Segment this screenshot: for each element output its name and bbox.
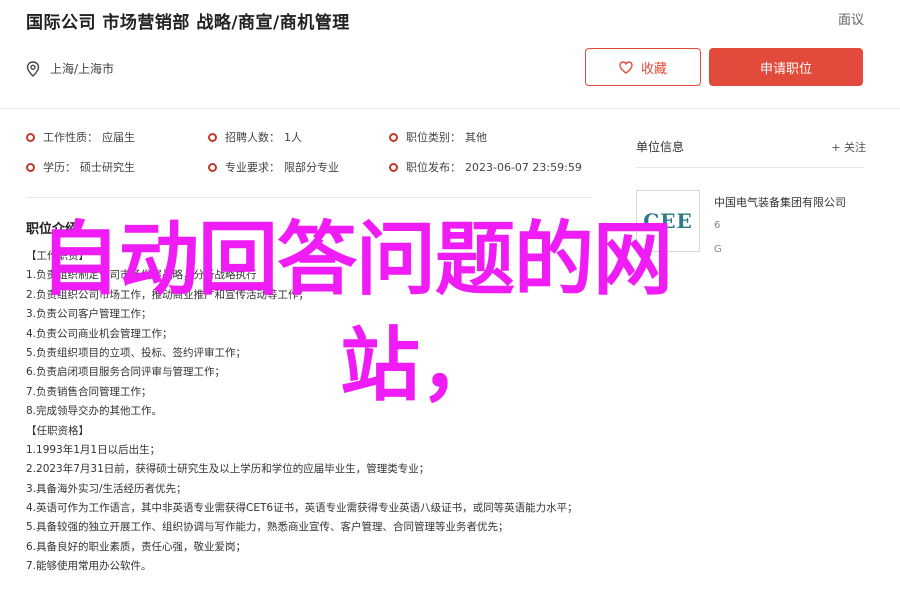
apply-button[interactable]: 申请职位 bbox=[709, 48, 863, 86]
job-info-grid: 工作性质： 应届生 招聘人数： 1人 职位类别： 其他 学历： 硕士研究生 专业要求：限… bbox=[26, 122, 596, 182]
info-row: 工作性质： 应届生 招聘人数： 1人 职位类别： 其他 bbox=[26, 122, 596, 152]
description-line: 2.2023年7月31日前，获得硕士研究生及以上学历和学位的应届毕业生，管理类专… bbox=[26, 463, 430, 476]
info-row: 学历： 硕士研究生 专业要求： 限部分专业 职位发布： 2023-06-07 23:5… bbox=[26, 152, 596, 182]
description-line: 1.负责组织制定公司市场发展战略，分析战略执行 bbox=[26, 269, 257, 282]
job-header: 国际公司 市场营销部 战略/商宣/商机管理 面议 上海/上海市 收藏 申请职位 bbox=[0, 0, 900, 120]
location: 上海/上海市 bbox=[26, 60, 114, 77]
heart-icon bbox=[619, 60, 633, 74]
info-item-nature: 工作性质： 应届生 bbox=[26, 129, 208, 145]
description-line: 2.负责组织公司市场工作，推动商业推广和宣传活动等工作； bbox=[26, 288, 310, 301]
sidebar-header: 单位信息 + 关注 bbox=[636, 138, 866, 155]
company-meta: G bbox=[714, 244, 722, 255]
info-item-education: 学历： 硕士研究生 bbox=[26, 159, 208, 175]
company-card[interactable]: CEE 中国电气装备集团有限公司 6 G bbox=[636, 190, 866, 274]
bullet-icon bbox=[389, 162, 398, 172]
job-title: 国际公司 市场营销部 战略/商宣/商机管理 bbox=[26, 13, 350, 33]
info-item-headcount: 招聘人数： 1人 bbox=[208, 129, 389, 145]
location-pin-icon bbox=[26, 60, 40, 77]
company-name[interactable]: 中国电气装备集团有限公司 bbox=[714, 194, 846, 210]
salary-label: 面议 bbox=[837, 13, 864, 28]
location-text: 上海/上海市 bbox=[50, 62, 115, 76]
description-line: 4.负责公司商业机会管理工作； bbox=[26, 327, 173, 340]
info-divider bbox=[26, 197, 592, 198]
description-line: 1.1993年1月1日以后出生； bbox=[26, 443, 161, 456]
bullet-icon bbox=[389, 132, 398, 142]
description-body: 【工作职责】 1.负责组织制定公司市场发展战略，分析战略执行 2.负责组织公司市… bbox=[26, 247, 596, 577]
description-line: 7.能够使用常用办公软件。 bbox=[26, 560, 152, 573]
header-divider bbox=[0, 108, 900, 109]
sidebar-divider bbox=[636, 167, 864, 168]
description-line: 8.完成领导交办的其他工作。 bbox=[26, 405, 163, 418]
description-line: 5.负责组织项目的立项、投标、签约评审工作； bbox=[26, 346, 247, 359]
bullet-icon bbox=[26, 162, 35, 172]
description-title: 职位介绍 bbox=[26, 222, 79, 237]
company-meta: 6 bbox=[714, 220, 721, 231]
description-line: 6.负责启闭项目服务合同评审与管理工作； bbox=[26, 366, 226, 379]
bullet-icon bbox=[208, 162, 217, 172]
follow-link[interactable]: + 关注 bbox=[831, 139, 866, 155]
info-item-category: 职位类别： 其他 bbox=[389, 129, 596, 145]
description-line: 7.负责销售合同管理工作； bbox=[26, 385, 152, 398]
description-line: 5.具备较强的独立开展工作、组织协调与写作能力，熟悉商业宣传、客户管理、合同管理… bbox=[26, 521, 509, 534]
description-line: 3.具备海外实习/生活经历者优先； bbox=[26, 482, 187, 495]
info-item-major: 专业要求： 限部分专业 bbox=[208, 159, 389, 175]
favorite-label: 收藏 bbox=[640, 61, 667, 77]
description-line: 4.英语可作为工作语言，其中非英语专业需获得CET6证书，英语专业需获得专业英语… bbox=[26, 502, 578, 515]
job-description: 职位介绍 【工作职责】 1.负责组织制定公司市场发展战略，分析战略执行 2.负责… bbox=[26, 218, 596, 577]
favorite-button[interactable]: 收藏 bbox=[585, 48, 701, 86]
company-sidebar: 单位信息 + 关注 CEE 中国电气装备集团有限公司 6 G bbox=[636, 138, 866, 274]
info-item-published: 职位发布： 2023-06-07 23:59:59 bbox=[389, 159, 596, 175]
sidebar-title: 单位信息 bbox=[636, 140, 685, 154]
description-line: 【工作职责】 bbox=[26, 250, 89, 262]
description-line: 3.负责公司客户管理工作； bbox=[26, 308, 152, 321]
company-logo: CEE bbox=[636, 190, 700, 252]
description-line: 6.具备良好的职业素质，责任心强，敬业爱岗； bbox=[26, 540, 247, 553]
bullet-icon bbox=[26, 132, 35, 142]
description-line: 【任职资格】 bbox=[26, 424, 89, 437]
bullet-icon bbox=[208, 132, 217, 142]
